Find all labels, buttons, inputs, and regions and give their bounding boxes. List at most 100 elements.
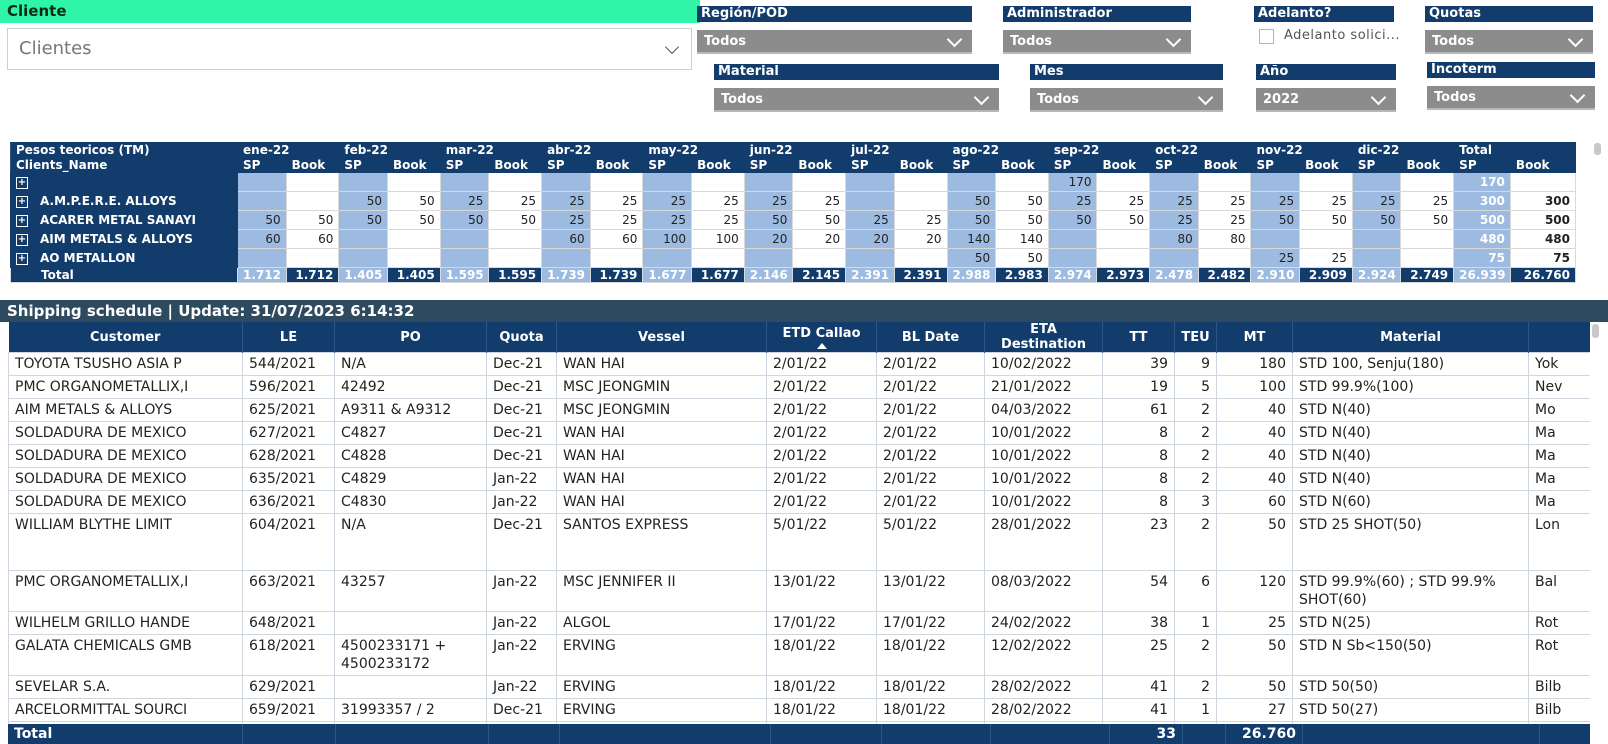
column-header[interactable]: TEU	[1174, 322, 1217, 353]
chevron-down-icon	[1165, 31, 1182, 48]
pivot-sp-cell	[1351, 229, 1402, 249]
pivot-sp-cell	[439, 229, 490, 249]
table-row[interactable]: ARCELORMITTAL SOURCI 659/2021 31993357 / 2…	[8, 698, 1590, 722]
expand-plus-icon[interactable]: +	[16, 176, 28, 189]
column-header[interactable]	[1528, 322, 1590, 353]
pivot-sp-header: SP	[1351, 157, 1402, 173]
shipping-scrollbar[interactable]	[1592, 324, 1599, 338]
pivot-scrollbar[interactable]	[1594, 143, 1601, 155]
pivot-sp-cell: 170	[1453, 172, 1511, 192]
pivot-sp-cell: 25	[1250, 248, 1301, 268]
column-header[interactable]: MT	[1216, 322, 1293, 353]
column-header[interactable]: BL Date	[876, 322, 985, 353]
column-header[interactable]: Material	[1292, 322, 1529, 353]
table-cell: STD 50(50)	[1292, 675, 1529, 699]
region-filter-dropdown[interactable]: Todos	[697, 30, 972, 54]
table-row[interactable]: SOLDADURA DE MEXICO 636/2021 C4830 Jan-22 WA…	[8, 490, 1590, 514]
column-header[interactable]: Customer	[8, 322, 243, 353]
pivot-client-name[interactable]: +	[9, 172, 239, 192]
pivot-sp-cell	[845, 172, 895, 192]
expand-plus-icon[interactable]: +	[16, 214, 28, 227]
incoterm-filter-label: Incoterm	[1427, 62, 1595, 78]
table-row[interactable]: PMC ORGANOMETALLIX,I 663/2021 43257 Jan-22 M…	[8, 570, 1590, 612]
pivot-sp-cell: 25	[1047, 191, 1098, 211]
pivot-book-header: Book	[893, 157, 948, 173]
pivot-book-cell: 25	[893, 210, 948, 230]
table-cell: 9	[1174, 352, 1217, 376]
expand-plus-icon[interactable]: +	[16, 233, 28, 246]
pivot-row: + A.M.P.E.R.E. ALLOYS 50 50 25 25 25 25 25 25 25 25…	[9, 191, 1577, 211]
table-row[interactable]: PMC ORGANOMETALLIX,I 596/2021 42492 Dec-21 M…	[8, 375, 1590, 399]
table-row[interactable]: TOYOTA TSUSHO ASIA P 544/2021 N/A Dec-21 WAN…	[8, 352, 1590, 376]
column-header[interactable]: Vessel	[556, 322, 767, 353]
table-cell: Dec-21	[486, 398, 557, 422]
anio-filter-dropdown[interactable]: 2022	[1256, 88, 1396, 112]
table-cell: SOLDADURA DE MEXICO	[8, 421, 243, 445]
material-filter-dropdown[interactable]: Todos	[714, 88, 999, 112]
table-cell: SOLDADURA DE MEXICO	[8, 467, 243, 491]
pivot-book-cell	[488, 229, 543, 249]
shipping-schedule-table-container[interactable]: Customer LE PO Quota Vessel ETD Callao BL Date…	[8, 322, 1590, 744]
table-row[interactable]: WILLIAM BLYTHE LIMIT 604/2021 N/A Dec-21 SAN…	[8, 513, 1590, 571]
pivot-client-name[interactable]: + ACARER METAL SANAYI	[9, 210, 239, 230]
pivot-total-cell: 26.760	[1509, 267, 1577, 283]
table-cell: 41	[1102, 698, 1175, 722]
pivot-client-name[interactable]: + AIM METALS & ALLOYS	[9, 229, 239, 249]
table-row[interactable]: SOLDADURA DE MEXICO 635/2021 C4829 Jan-22 WA…	[8, 467, 1590, 491]
pivot-book-cell: 20	[893, 229, 948, 249]
pivot-book-cell: 20	[792, 229, 847, 249]
pivot-sp-cell: 25	[1250, 191, 1301, 211]
quotas-filter-dropdown[interactable]: Todos	[1425, 30, 1593, 54]
column-header[interactable]: PO	[334, 322, 487, 353]
pivot-sp-cell: 50	[338, 191, 388, 211]
incoterm-filter-dropdown[interactable]: Todos	[1427, 86, 1595, 110]
table-cell: 180	[1216, 352, 1293, 376]
pivot-book-cell: 25	[589, 191, 644, 211]
pivot-book-cell	[1096, 172, 1151, 192]
adelanto-checkbox-label: Adelanto solici...	[1284, 28, 1401, 43]
pivot-book-cell: 25	[691, 191, 745, 211]
pivot-book-header: Book	[285, 157, 340, 173]
pivot-client-name[interactable]: + A.M.P.E.R.E. ALLOYS	[9, 191, 239, 211]
table-cell: 13/01/22	[876, 570, 985, 612]
column-header[interactable]: Quota	[486, 322, 557, 353]
table-cell: Rot	[1528, 634, 1590, 676]
table-row[interactable]: SEVELAR S.A. 629/2021 Jan-22 ERVING 18/01/22…	[8, 675, 1590, 699]
table-row[interactable]: GALATA CHEMICALS GMB 618/2021 4500233171 +…	[8, 634, 1590, 676]
table-row[interactable]: WILHELM GRILLO HANDE 648/2021 Jan-22 ALGOL 1…	[8, 611, 1590, 635]
pivot-sp-header: SP	[338, 157, 388, 173]
mes-filter-dropdown[interactable]: Todos	[1030, 88, 1223, 112]
pivot-sp-cell	[1149, 248, 1199, 268]
column-header[interactable]: LE	[242, 322, 335, 353]
table-row[interactable]: AIM METALS & ALLOYS 625/2021 A9311 & A9312…	[8, 398, 1590, 422]
table-cell: 2	[1174, 513, 1217, 571]
table-cell: 18/01/22	[876, 698, 985, 722]
pivot-book-cell	[386, 229, 441, 249]
administrador-filter-dropdown[interactable]: Todos	[1003, 30, 1191, 54]
pivot-sp-cell	[541, 172, 591, 192]
column-header[interactable]: TT	[1102, 322, 1175, 353]
column-header[interactable]: ETA Destination	[984, 322, 1103, 353]
table-cell: 2/01/22	[766, 444, 877, 468]
expand-plus-icon[interactable]: +	[16, 252, 28, 265]
pivot-book-cell: 50	[386, 191, 441, 211]
table-cell: 10/01/2022	[984, 444, 1103, 468]
chevron-down-icon	[1197, 89, 1214, 106]
expand-plus-icon[interactable]: +	[16, 195, 28, 208]
pivot-book-cell	[691, 172, 745, 192]
column-header[interactable]: ETD Callao	[766, 322, 877, 353]
pivot-sp-cell: 50	[946, 248, 997, 268]
sort-ascending-icon[interactable]	[816, 342, 827, 349]
chevron-down-icon	[1370, 89, 1387, 106]
pivot-sp-cell	[439, 172, 490, 192]
pivot-book-cell	[691, 248, 745, 268]
pivot-sp-cell: 25	[845, 210, 895, 230]
table-row[interactable]: SOLDADURA DE MEXICO 628/2021 C4828 Dec-21 WA…	[8, 444, 1590, 468]
pivot-total-cell: 26.939	[1453, 267, 1511, 283]
cliente-dropdown[interactable]: Clientes	[7, 28, 692, 70]
table-cell: STD N(25)	[1292, 611, 1529, 635]
pivot-client-name[interactable]: + AO METALLON	[9, 248, 239, 268]
table-row[interactable]: SOLDADURA DE MEXICO 627/2021 C4827 Dec-21 WA…	[8, 421, 1590, 445]
pivot-sp-cell: 20	[845, 229, 895, 249]
adelanto-checkbox[interactable]	[1259, 29, 1274, 44]
